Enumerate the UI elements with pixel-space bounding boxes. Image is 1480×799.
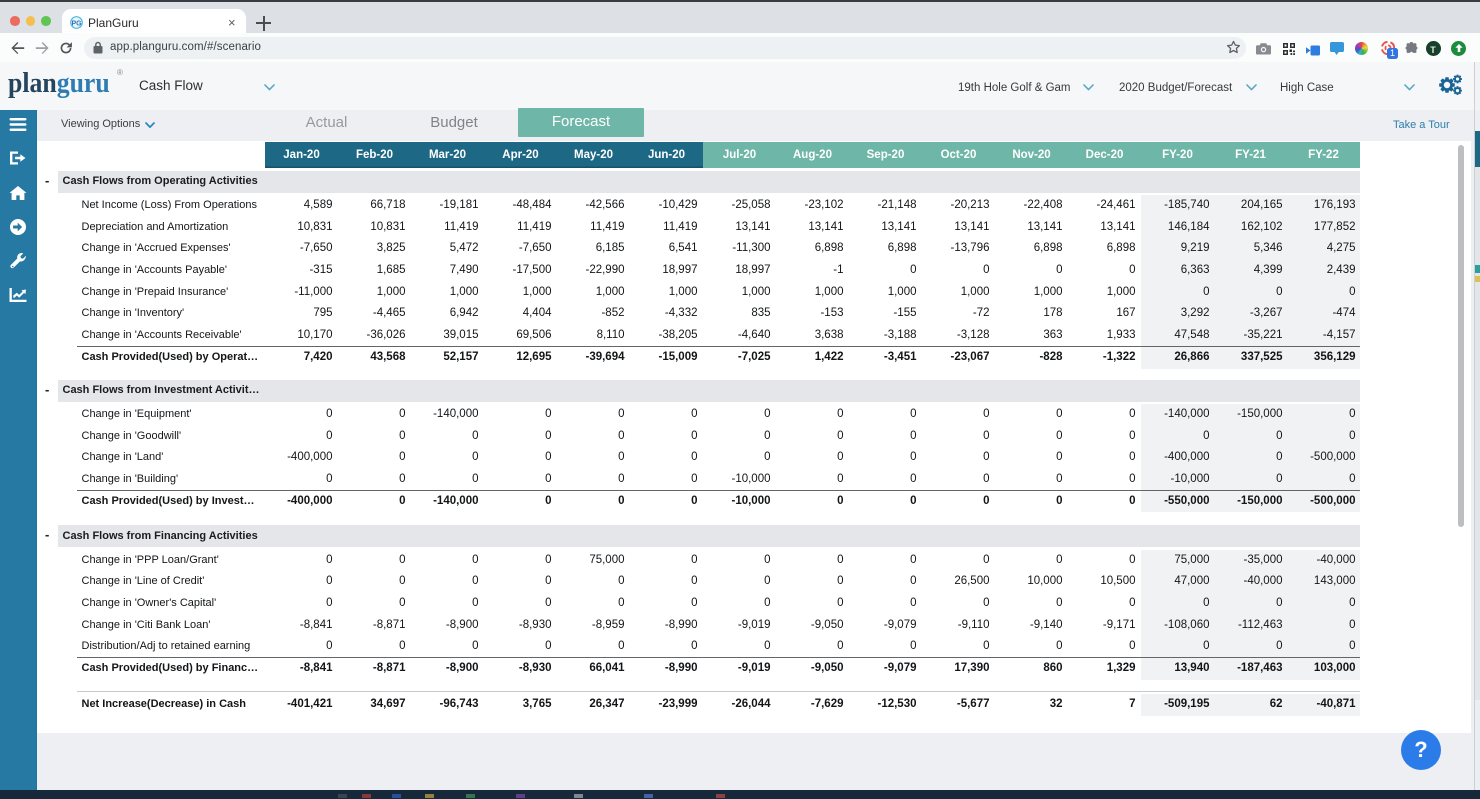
svg-text:PG: PG <box>71 20 82 27</box>
